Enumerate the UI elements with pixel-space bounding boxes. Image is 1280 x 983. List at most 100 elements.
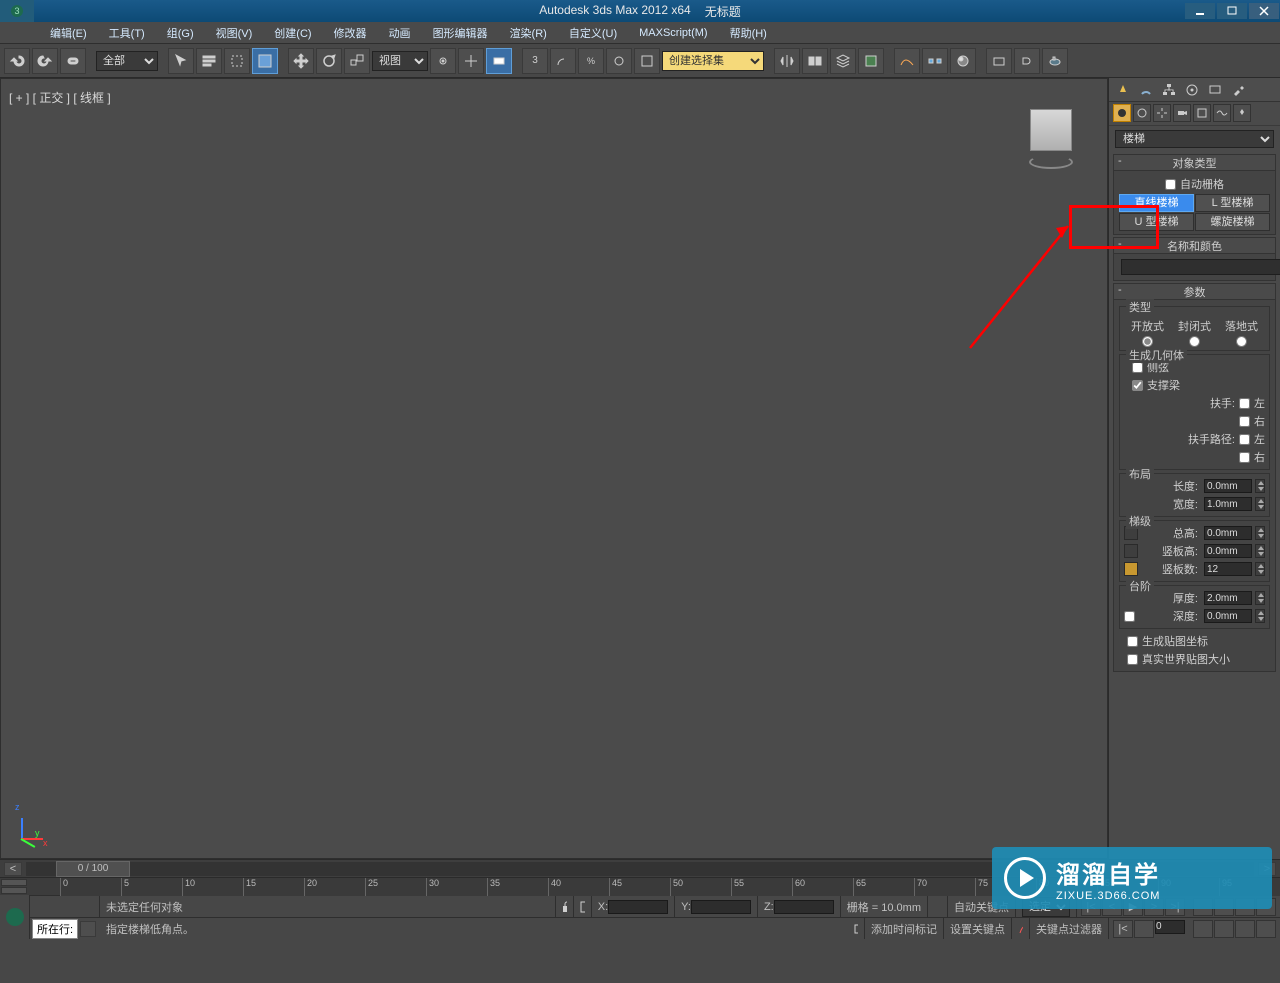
transform-typein-button[interactable] [574, 896, 592, 917]
lights-tab[interactable] [1153, 104, 1171, 122]
edit-named-sel-button[interactable] [634, 48, 660, 74]
riserct-input[interactable] [1204, 562, 1252, 576]
straight-stair-button[interactable]: 直线楼梯 [1119, 194, 1194, 212]
maximize-viewport-button[interactable] [1235, 920, 1255, 938]
menu-edit[interactable]: 编辑(E) [40, 23, 97, 43]
real-world-checkbox[interactable] [1127, 654, 1138, 665]
length-spinner[interactable] [1255, 479, 1265, 493]
maximize-button[interactable] [1217, 3, 1247, 19]
z-coord-input[interactable] [774, 900, 834, 914]
u-stair-button[interactable]: U 型楼梯 [1119, 213, 1194, 231]
material-editor-button[interactable] [950, 48, 976, 74]
geometry-tab[interactable] [1113, 104, 1131, 122]
riserht-input[interactable] [1204, 544, 1252, 558]
mirror-button[interactable] [774, 48, 800, 74]
keyboard-shortcut-button[interactable] [486, 48, 512, 74]
create-tab[interactable] [1113, 81, 1133, 99]
menu-create[interactable]: 创建(C) [264, 23, 321, 43]
minimize-button[interactable] [1185, 3, 1215, 19]
thickness-spinner[interactable] [1255, 591, 1265, 605]
spinner-snap-button[interactable] [606, 48, 632, 74]
menu-views[interactable]: 视图(V) [206, 23, 263, 43]
overall-input[interactable] [1204, 526, 1252, 540]
l-stair-button[interactable]: L 型楼梯 [1195, 194, 1270, 212]
riserht-lock[interactable] [1124, 544, 1138, 558]
rail-path-left-checkbox[interactable] [1239, 434, 1250, 445]
menu-tools[interactable]: 工具(T) [99, 23, 155, 43]
menu-maxscript[interactable]: MAXScript(M) [629, 25, 717, 41]
grid-toggle-button[interactable] [928, 896, 948, 917]
redo-button[interactable] [32, 48, 58, 74]
select-by-name-button[interactable] [196, 48, 222, 74]
menu-group[interactable]: 组(G) [157, 23, 204, 43]
type-closed-radio[interactable] [1189, 336, 1200, 347]
render-frame-button[interactable] [1014, 48, 1040, 74]
render-setup-button[interactable] [986, 48, 1012, 74]
scale-button[interactable] [344, 48, 370, 74]
riserct-spinner[interactable] [1255, 562, 1265, 576]
menu-customize[interactable]: 自定义(U) [559, 23, 627, 43]
trackbar-toggle-1[interactable] [1, 879, 27, 886]
depth-input[interactable] [1204, 609, 1252, 623]
percent-snap-button[interactable]: % [578, 48, 604, 74]
min-max-toggle-button[interactable] [1256, 920, 1276, 938]
cameras-tab[interactable] [1173, 104, 1191, 122]
time-slider-handle[interactable]: 0 / 100 [56, 861, 130, 877]
listener-toggle[interactable] [80, 921, 96, 937]
layers-button[interactable] [830, 48, 856, 74]
pivot-center-button[interactable] [430, 48, 456, 74]
width-spinner[interactable] [1255, 497, 1265, 511]
snap-toggle-button[interactable]: 3 [522, 48, 548, 74]
systems-tab[interactable] [1233, 104, 1251, 122]
time-config-button[interactable] [1134, 920, 1154, 938]
menu-grapheditors[interactable]: 图形编辑器 [423, 23, 498, 43]
angle-snap-button[interactable] [550, 48, 576, 74]
trackbar-toggle-2[interactable] [1, 887, 27, 894]
spacewarps-tab[interactable] [1213, 104, 1231, 122]
helpers-tab[interactable] [1193, 104, 1211, 122]
manipulate-button[interactable] [458, 48, 484, 74]
motion-tab[interactable] [1182, 81, 1202, 99]
curve-editor-button[interactable] [894, 48, 920, 74]
key-mode-icon[interactable] [1018, 923, 1023, 935]
key-step-back-button[interactable]: |< [1113, 920, 1133, 938]
hierarchy-tab[interactable] [1159, 81, 1179, 99]
render-button[interactable] [1042, 48, 1068, 74]
side-chord-checkbox[interactable] [1132, 362, 1143, 373]
time-tag-button[interactable] [847, 918, 865, 939]
spiral-stair-button[interactable]: 螺旋楼梯 [1195, 213, 1270, 231]
named-selection-sets[interactable]: 创建选择集 [662, 51, 764, 71]
viewport[interactable]: [ + ] [ 正交 ] [ 线框 ] zxy [0, 78, 1108, 859]
x-coord-input[interactable] [608, 900, 668, 914]
menu-help[interactable]: 帮助(H) [720, 23, 777, 43]
rotate-button[interactable] [316, 48, 342, 74]
name-color-header[interactable]: -名称和颜色 [1114, 238, 1275, 254]
schematic-view-button[interactable] [922, 48, 948, 74]
lock-selection-button[interactable] [556, 896, 574, 917]
ref-coord-system[interactable]: 视图 [372, 51, 428, 71]
type-box-radio[interactable] [1236, 336, 1247, 347]
add-time-tag-label[interactable]: 添加时间标记 [865, 918, 944, 939]
handrail-left-checkbox[interactable] [1239, 398, 1250, 409]
overall-spinner[interactable] [1255, 526, 1265, 540]
close-button[interactable] [1249, 3, 1279, 19]
shapes-tab[interactable] [1133, 104, 1151, 122]
graphite-button[interactable] [858, 48, 884, 74]
category-dropdown[interactable]: 楼梯 [1115, 130, 1274, 148]
utilities-tab[interactable] [1228, 81, 1248, 99]
window-crossing-button[interactable] [252, 48, 278, 74]
maxscript-mini-listener-icon[interactable] [0, 895, 30, 939]
type-open-radio[interactable] [1142, 336, 1153, 347]
length-input[interactable] [1204, 479, 1252, 493]
link-button[interactable] [60, 48, 86, 74]
key-filters-button[interactable]: 关键点过滤器 [1030, 918, 1109, 939]
rect-region-button[interactable] [224, 48, 250, 74]
move-button[interactable] [288, 48, 314, 74]
timeslider-prev[interactable]: < [4, 862, 22, 876]
selection-filter[interactable]: 全部 [96, 51, 158, 71]
viewport-label[interactable]: [ + ] [ 正交 ] [ 线框 ] [9, 89, 111, 106]
select-object-button[interactable] [168, 48, 194, 74]
pan-button[interactable] [1193, 920, 1213, 938]
carriage-checkbox[interactable] [1132, 380, 1143, 391]
thickness-input[interactable] [1204, 591, 1252, 605]
